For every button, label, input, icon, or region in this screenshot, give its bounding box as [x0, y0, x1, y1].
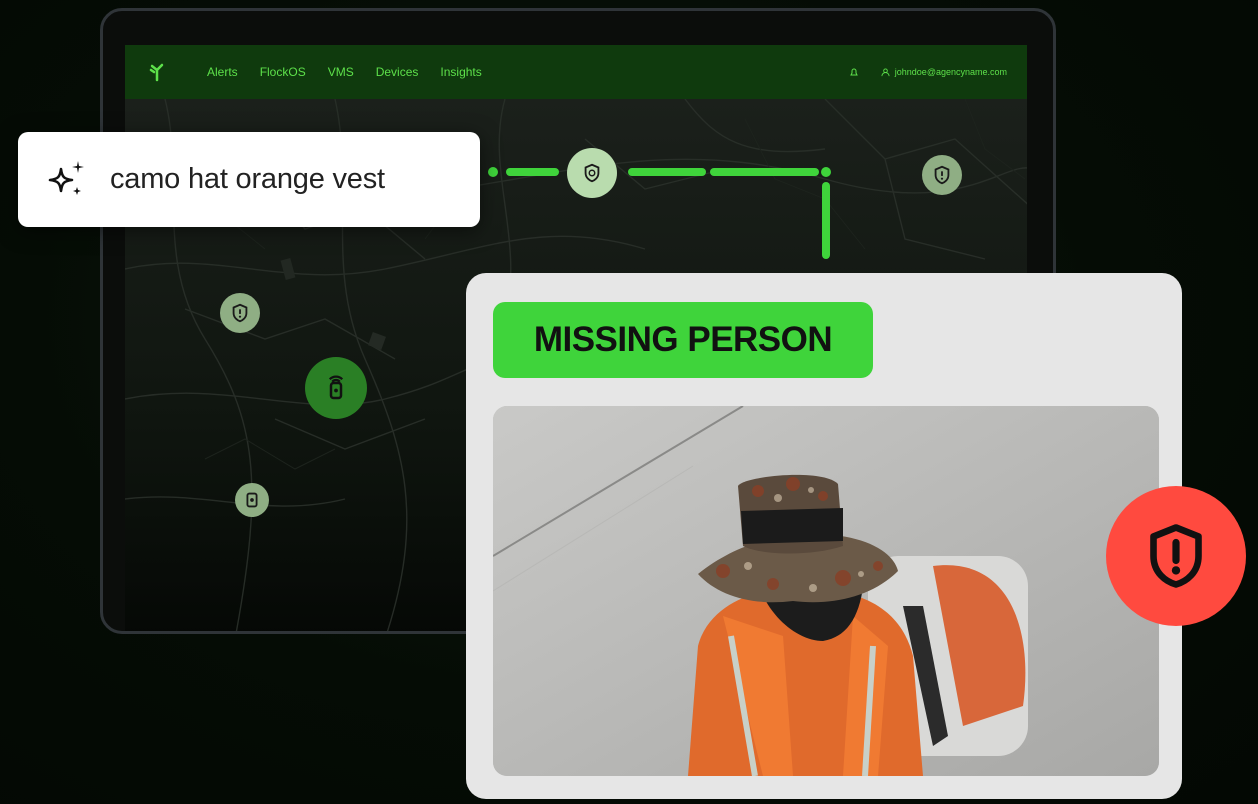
nav-insights[interactable]: Insights [440, 65, 481, 79]
alert-title-badge: MISSING PERSON [493, 302, 873, 378]
nav-links: Alerts FlockOS VMS Devices Insights [207, 65, 482, 79]
shield-alert-badge[interactable] [1106, 486, 1246, 626]
route-node-police[interactable] [567, 148, 617, 198]
top-navbar: Alerts FlockOS VMS Devices Insights john… [125, 45, 1027, 99]
sparkle-icon [48, 160, 84, 195]
sensor-device-icon [328, 375, 344, 400]
nav-right: johndoe@agencyname.com [849, 67, 1007, 77]
police-badge-icon [584, 163, 600, 183]
shield-icon [232, 303, 248, 323]
nav-devices[interactable]: Devices [376, 65, 419, 79]
snapshot-image [493, 406, 1159, 776]
alert-card[interactable]: MISSING PERSON [466, 273, 1182, 799]
nav-vms[interactable]: VMS [328, 65, 354, 79]
nav-flockos[interactable]: FlockOS [260, 65, 306, 79]
ai-search-box[interactable]: camo hat orange vest [18, 132, 480, 227]
shield-alert-icon [1150, 524, 1202, 588]
shield-icon [934, 165, 950, 185]
account-menu[interactable]: johndoe@agencyname.com [881, 67, 1007, 77]
camera-snapshot[interactable] [493, 406, 1159, 776]
bell-icon[interactable] [849, 67, 859, 77]
nav-alerts[interactable]: Alerts [207, 65, 238, 79]
account-email: johndoe@agencyname.com [894, 67, 1007, 77]
map-node-camera[interactable] [235, 483, 269, 517]
map-node-shield[interactable] [220, 293, 260, 333]
map-node-sensor[interactable] [305, 357, 367, 419]
camera-device-icon [246, 492, 258, 508]
map-node-shield-2[interactable] [922, 155, 962, 195]
flock-logo-icon[interactable] [147, 62, 167, 82]
user-icon [881, 67, 890, 76]
search-query[interactable]: camo hat orange vest [110, 163, 385, 196]
